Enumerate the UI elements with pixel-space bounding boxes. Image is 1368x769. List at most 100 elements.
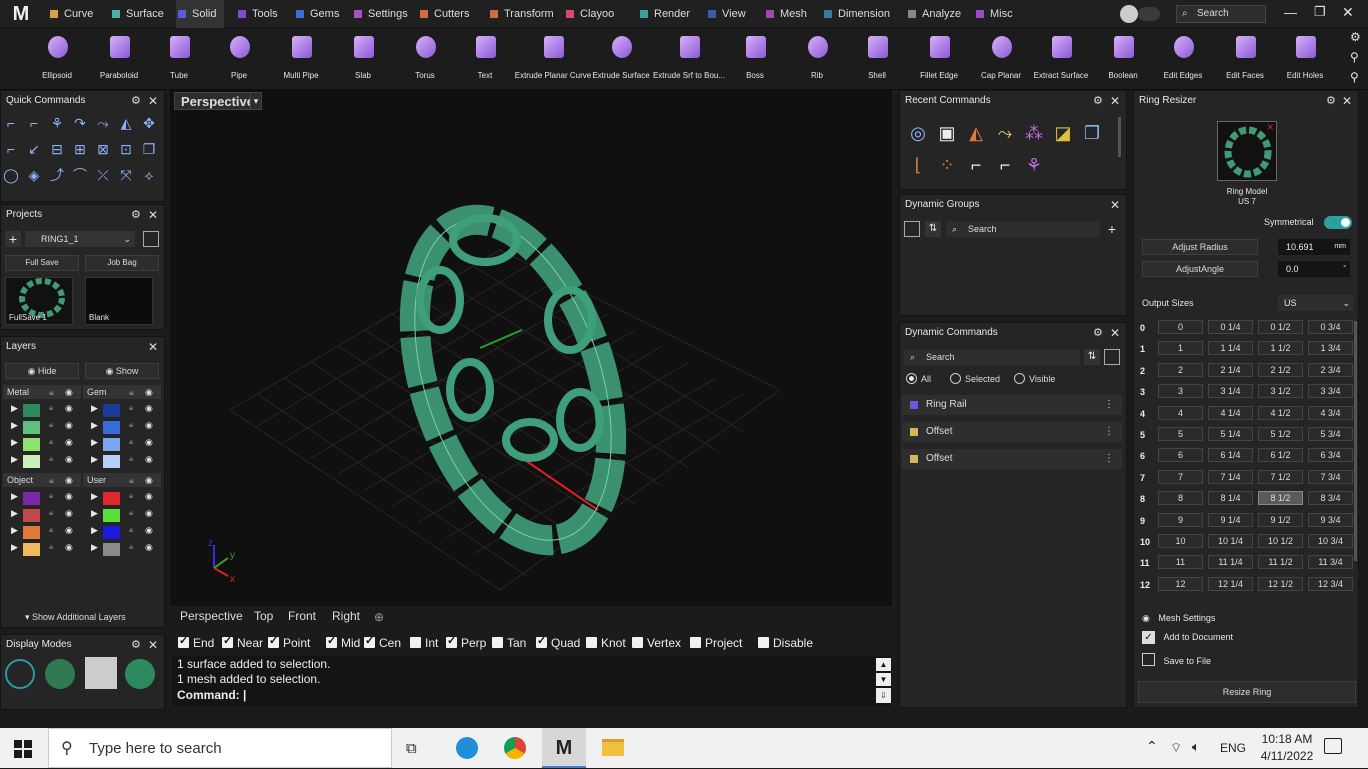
quick-command-icon[interactable]: ⊠ xyxy=(95,141,111,157)
snap-end[interactable]: End xyxy=(178,634,214,650)
size-cell[interactable]: 0 1/2 xyxy=(1258,320,1303,334)
app-logo[interactable]: M xyxy=(10,3,32,25)
volume-icon[interactable]: 🔈︎ xyxy=(1192,739,1200,755)
size-cell[interactable]: 9 xyxy=(1158,512,1203,527)
adjust-radius-button[interactable]: Adjust Radius xyxy=(1142,239,1258,255)
ribbon-button-text[interactable]: Text xyxy=(450,28,520,88)
expand-icon[interactable]: ▶ xyxy=(91,508,98,519)
tab-tools[interactable]: Tools xyxy=(236,0,286,28)
eye-icon[interactable]: ◉ xyxy=(145,525,153,536)
layer-color-swatch[interactable] xyxy=(23,421,40,434)
close-icon[interactable]: ✕ xyxy=(148,208,158,222)
tab-solid[interactable]: Solid xyxy=(176,0,225,28)
close-icon[interactable]: ✕ xyxy=(148,340,158,354)
tab-curve[interactable]: Curve xyxy=(48,0,101,28)
layer-color-swatch[interactable] xyxy=(103,509,120,522)
lock-icon[interactable]: 🔒︎ xyxy=(49,403,53,413)
eye-icon[interactable]: ◉ xyxy=(145,473,153,487)
eye-icon[interactable]: ◉ xyxy=(145,454,153,465)
tab-settings[interactable]: Settings xyxy=(352,0,416,28)
size-cell[interactable]: 2 xyxy=(1158,362,1203,377)
lock-icon[interactable]: 🔒︎ xyxy=(129,491,133,501)
layer-color-swatch[interactable] xyxy=(103,438,120,451)
eye-icon[interactable]: ◉ xyxy=(65,403,73,414)
quick-command-icon[interactable]: ⌒ xyxy=(72,167,88,183)
quick-command-icon[interactable]: ⌐ xyxy=(3,115,19,131)
lock-icon[interactable]: 🔒︎ xyxy=(49,542,53,552)
recent-command-icon[interactable]: ⌐ xyxy=(966,155,986,175)
eye-icon[interactable]: ◉ xyxy=(65,491,73,502)
add-to-document-checkbox[interactable]: ✓ Add to Document xyxy=(1142,631,1233,644)
recent-command-icon[interactable]: ◭ xyxy=(966,123,986,143)
eye-icon[interactable]: ◉ xyxy=(65,454,73,465)
eye-icon[interactable]: ◉ xyxy=(145,385,153,399)
quick-command-icon[interactable]: ⚘ xyxy=(49,115,65,131)
dynamic-command-row[interactable]: Ring Rail ⋮ xyxy=(902,395,1122,415)
size-cell[interactable]: 4 1/4 xyxy=(1208,405,1253,420)
quick-command-icon[interactable]: ⟡ xyxy=(141,167,157,183)
task-view-icon[interactable]: ⧉ xyxy=(406,740,417,757)
size-cell[interactable]: 4 3/4 xyxy=(1308,405,1353,420)
more-icon[interactable]: ⋮ xyxy=(1104,395,1114,415)
layer-color-swatch[interactable] xyxy=(23,509,40,522)
lock-icon[interactable]: 🔒︎ xyxy=(129,385,134,399)
close-icon[interactable]: ✕ xyxy=(1110,326,1120,340)
close-icon[interactable]: ✕ xyxy=(148,638,158,652)
checkbox[interactable] xyxy=(222,634,233,648)
ribbon-expand-icon[interactable]: ⚲ xyxy=(1350,70,1359,84)
eye-icon[interactable]: ◉ xyxy=(145,508,153,519)
global-search[interactable]: ⌕ Search xyxy=(1176,5,1266,23)
ribbon-button-extrude-surface[interactable]: Extrude Surface xyxy=(586,28,656,88)
size-cell[interactable]: 2 1/4 xyxy=(1208,362,1253,377)
tray-chevron-icon[interactable]: ⌃ xyxy=(1146,738,1158,755)
recent-command-icon[interactable]: ❐ xyxy=(1082,123,1102,143)
quick-command-icon[interactable]: ◭ xyxy=(118,115,134,131)
size-cell[interactable]: 0 1/4 xyxy=(1208,320,1253,334)
expand-icon[interactable]: ▶ xyxy=(11,454,18,465)
expand-icon[interactable]: ▶ xyxy=(91,437,98,448)
sizes-scrollbar[interactable] xyxy=(1354,321,1357,561)
size-cell[interactable]: 12 3/4 xyxy=(1308,576,1353,591)
expand-icon[interactable]: ▶ xyxy=(11,491,18,502)
layer-color-swatch[interactable] xyxy=(23,492,40,505)
size-cell[interactable]: 7 1/4 xyxy=(1208,469,1253,484)
angle-input[interactable]: 0.0 ° xyxy=(1278,261,1350,277)
gear-icon[interactable]: ⚙ xyxy=(131,94,141,107)
quick-command-icon[interactable]: ⊟ xyxy=(49,141,65,157)
checkbox[interactable] xyxy=(632,637,643,648)
remove-icon[interactable]: ✕ xyxy=(1266,122,1274,133)
folder-icon[interactable] xyxy=(143,231,159,247)
gear-icon[interactable]: ⚙ xyxy=(131,638,141,651)
size-cell[interactable]: 4 1/2 xyxy=(1258,405,1303,420)
eye-icon[interactable]: ◉ xyxy=(65,437,73,448)
lock-icon[interactable]: 🔒︎ xyxy=(49,420,53,430)
layer-color-swatch[interactable] xyxy=(23,455,40,468)
add-group-icon[interactable]: + xyxy=(1104,221,1120,237)
layer-color-swatch[interactable] xyxy=(103,455,120,468)
gear-icon[interactable]: ⚙ xyxy=(131,208,141,221)
layer-color-swatch[interactable] xyxy=(103,404,120,417)
filter-selected[interactable]: Selected xyxy=(950,373,1000,384)
snap-project[interactable]: Project xyxy=(690,636,742,650)
expand-icon[interactable]: ▶ xyxy=(91,420,98,431)
project-thumb-blank[interactable]: Blank xyxy=(85,277,153,325)
eye-icon[interactable]: ◉ xyxy=(145,542,153,553)
notifications-icon[interactable] xyxy=(1324,738,1342,754)
layer-color-swatch[interactable] xyxy=(103,492,120,505)
mesh-settings-toggle[interactable]: ◉ Mesh Settings xyxy=(1142,613,1215,624)
size-cell[interactable]: 12 xyxy=(1158,576,1203,591)
size-cell[interactable]: 3 1/4 xyxy=(1208,384,1253,399)
lock-icon[interactable]: 🔒︎ xyxy=(49,454,53,464)
ring-model-view[interactable]: z y x xyxy=(170,90,892,606)
size-cell[interactable]: 3 xyxy=(1158,384,1203,399)
quick-command-icon[interactable]: ⤳ xyxy=(95,115,111,131)
groups-view-icon[interactable] xyxy=(904,221,920,237)
snap-knot[interactable]: Knot xyxy=(586,636,626,650)
quick-command-icon[interactable]: ✥ xyxy=(141,115,157,131)
clock-date[interactable]: 4/11/2022 xyxy=(1256,749,1318,763)
taskbar-search-input[interactable]: ⚲ Type here to search xyxy=(48,728,392,768)
layer-color-swatch[interactable] xyxy=(103,421,120,434)
expand-icon[interactable]: ▶ xyxy=(91,542,98,553)
recent-command-icon[interactable]: ⌊ xyxy=(908,155,928,175)
display-ghost[interactable] xyxy=(125,659,155,689)
